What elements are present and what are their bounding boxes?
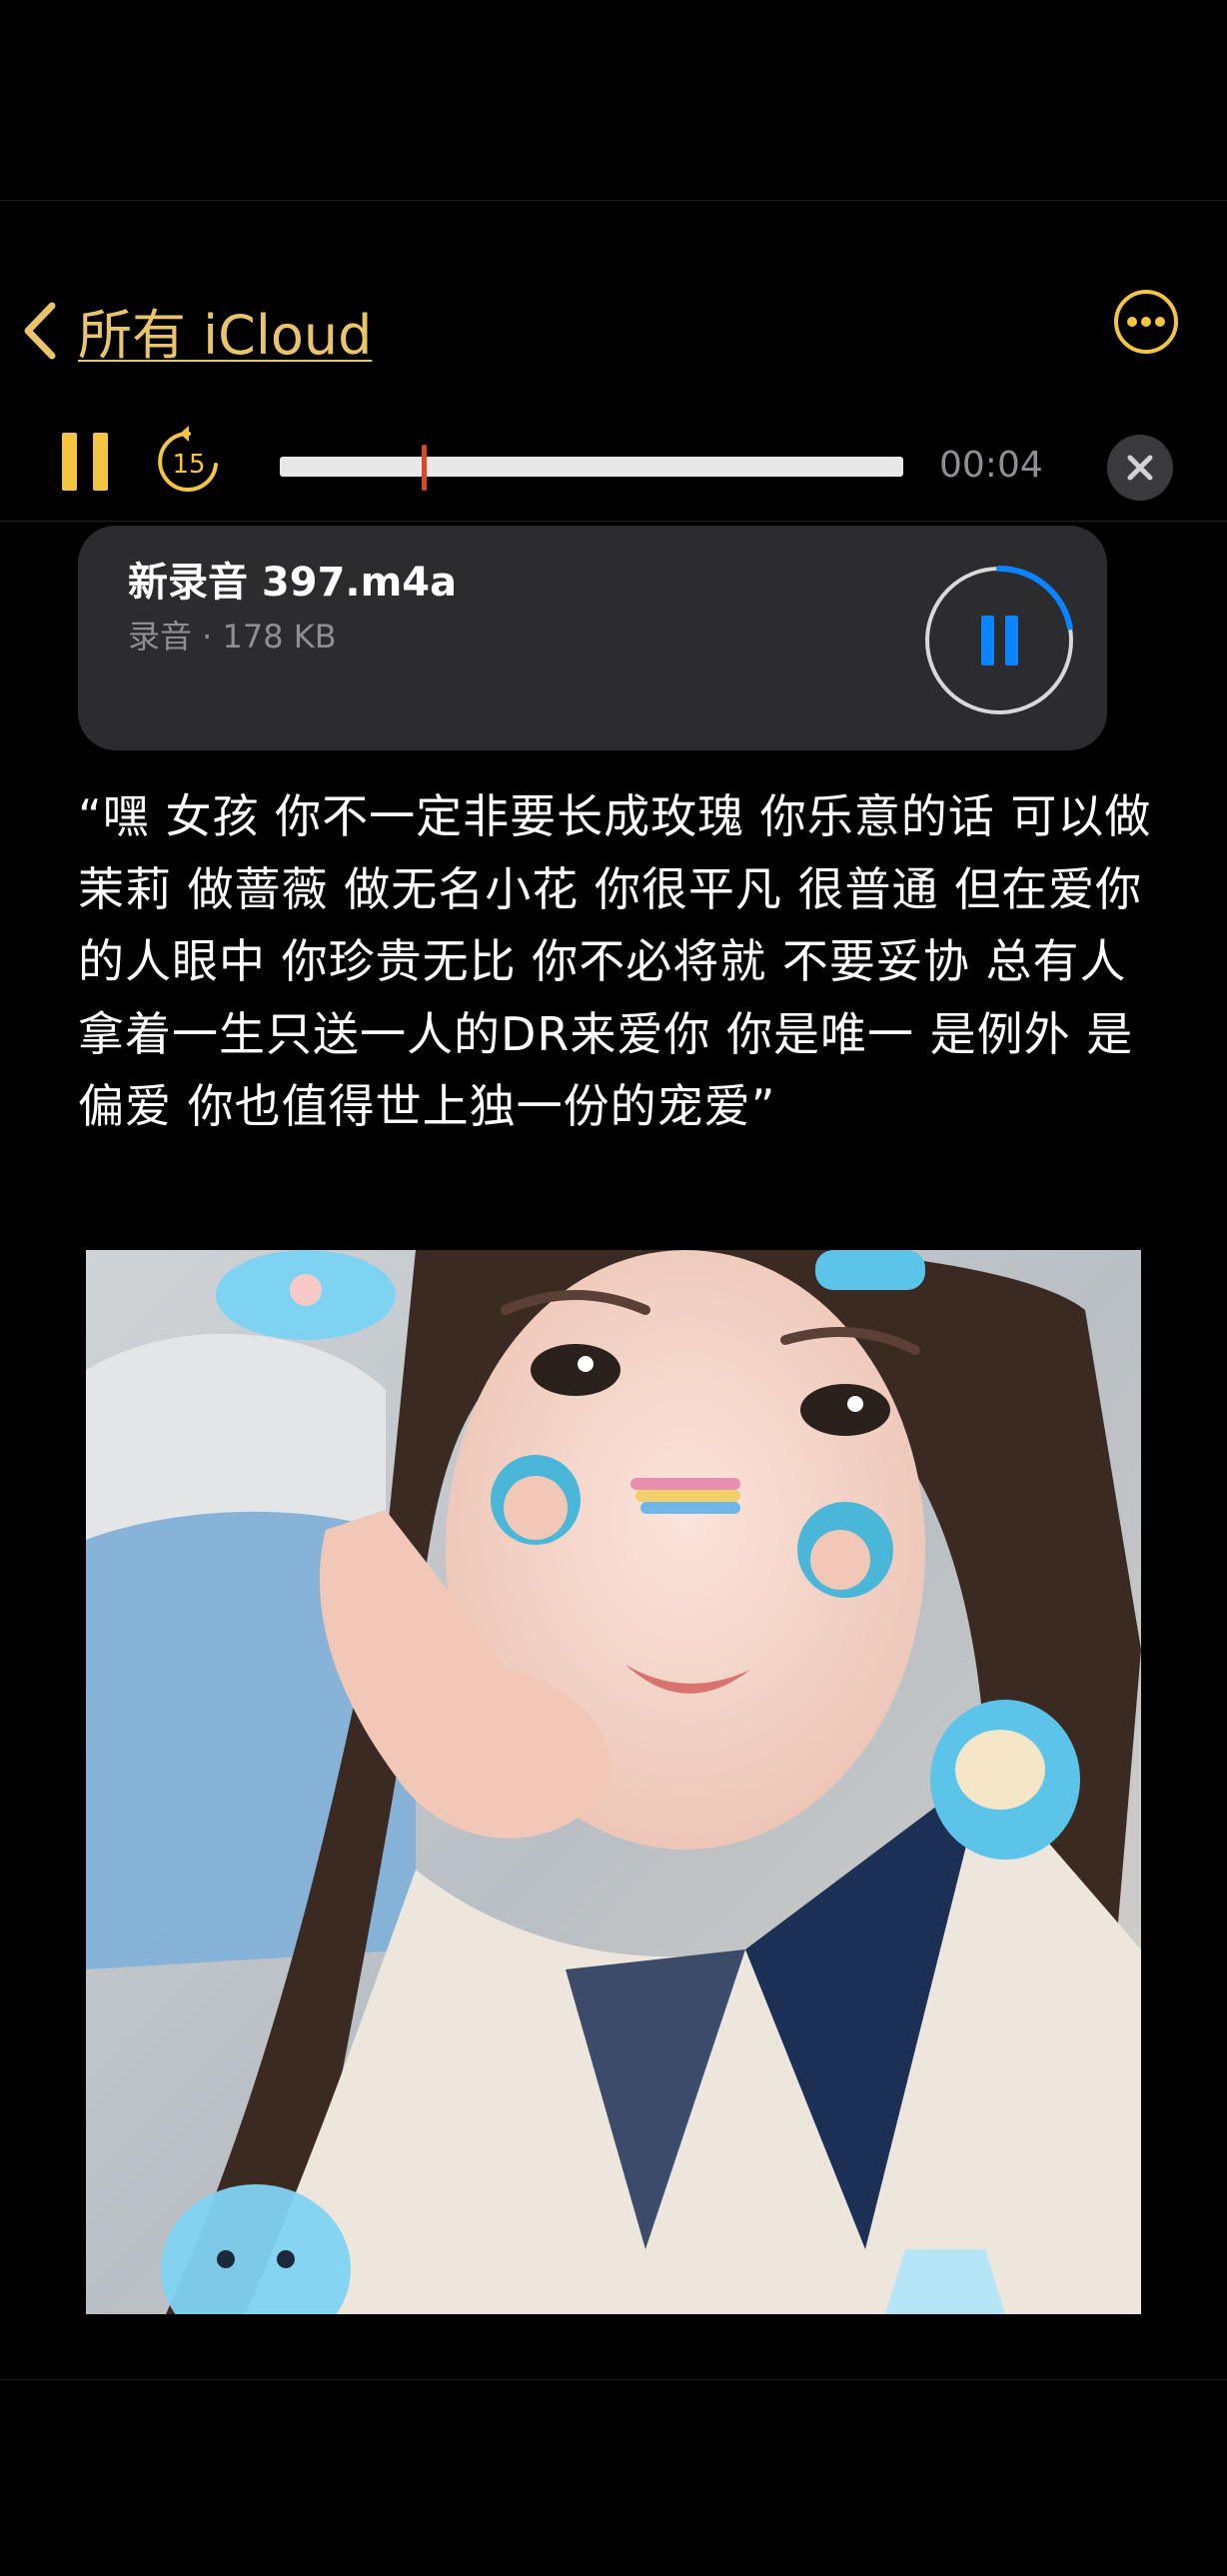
navigation-bar: 所有 iCloud [0,241,1227,367]
skip-back-button[interactable]: 15 [152,425,226,499]
chevron-left-icon [24,302,56,359]
pause-progress-icon [925,566,1073,714]
close-icon [1127,455,1153,481]
more-options-button[interactable] [1113,289,1179,355]
back-button[interactable]: 所有 iCloud [22,291,372,370]
voice-memo-screen: 所有 iCloud 15 00:04 新录音 397.m4a 录音 · 178 … [0,200,1227,2380]
close-player-button[interactable] [1107,435,1173,501]
back-label: 所有 iCloud [78,304,373,367]
scrubber-track[interactable] [280,445,903,491]
skip-back-icon: 15 [158,426,218,492]
playhead[interactable] [421,445,427,491]
ellipsis-circle-icon [1114,290,1178,354]
recording-subtitle: 录音 · 178 KB [128,618,337,655]
quote-text: “嘿 女孩 你不一定非要长成玫瑰 你乐意的话 可以做茉莉 做蔷薇 做无名小花 你… [78,789,1152,1133]
selfie-photo[interactable] [86,1250,1141,2314]
recording-card[interactable]: 新录音 397.m4a 录音 · 178 KB [78,526,1107,750]
pause-button[interactable] [62,433,108,491]
recording-pause-button[interactable] [919,561,1079,720]
mini-player: 15 00:04 [0,401,1227,522]
elapsed-time: 00:04 [939,445,1043,486]
photo-illustration [86,1250,1141,2314]
skip-seconds-label: 15 [172,450,205,480]
recording-title: 新录音 397.m4a [128,560,458,606]
